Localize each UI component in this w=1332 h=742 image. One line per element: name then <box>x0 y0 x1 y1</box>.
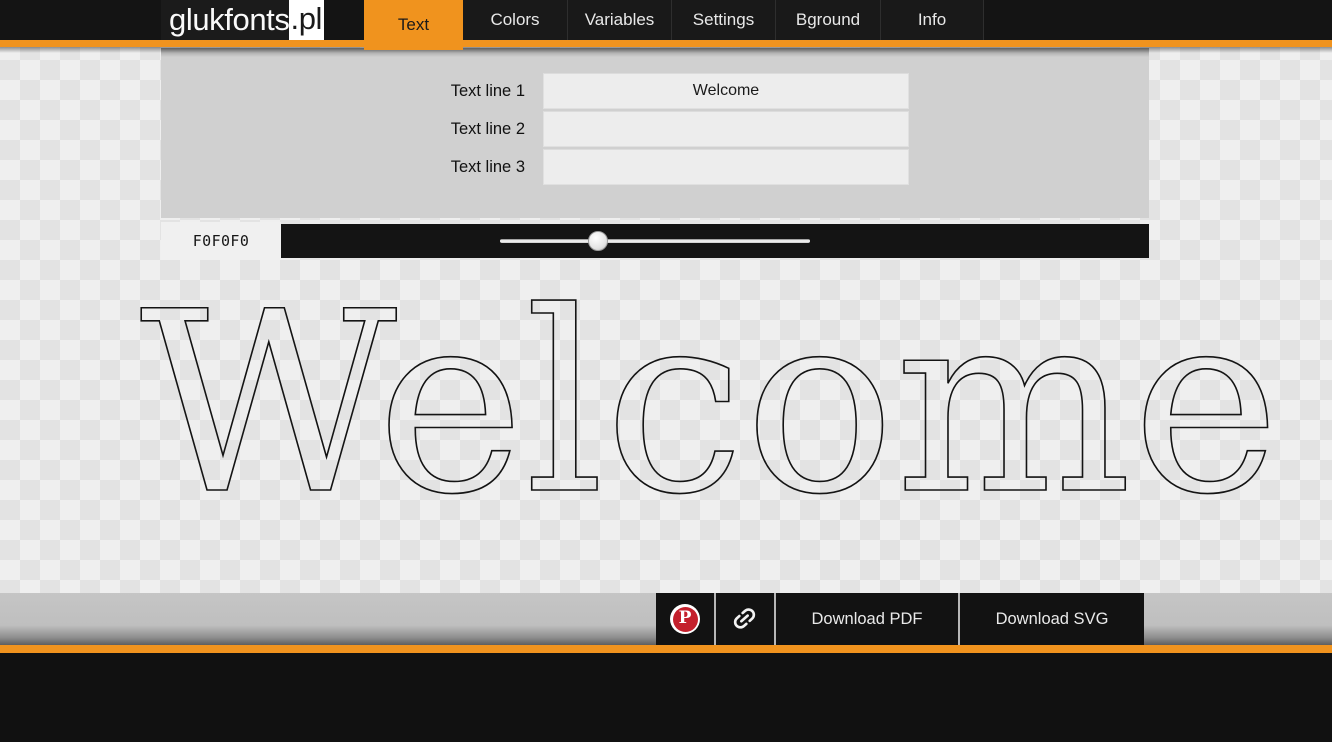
pinterest-icon: P <box>670 604 700 634</box>
form-row: Text line 1 <box>161 73 1149 109</box>
tab-text[interactable]: Text <box>364 0 463 50</box>
download-pdf-button[interactable]: Download PDF <box>776 593 960 645</box>
copy-link-button[interactable] <box>716 593 776 645</box>
bottom-bar: P Download PDF Download SVG <box>0 593 1332 645</box>
logo-tld: .pl <box>289 0 325 40</box>
form-row: Text line 2 <box>161 111 1149 147</box>
text-line-3-input[interactable] <box>543 149 909 185</box>
tab-text-label: Text <box>397 15 430 34</box>
site-logo[interactable]: glukfonts .pl <box>161 0 325 40</box>
text-line-2-label: Text line 2 <box>450 119 525 138</box>
download-svg-button[interactable]: Download SVG <box>960 593 1144 645</box>
size-slider[interactable] <box>500 231 810 251</box>
bottom-black-area <box>0 653 1332 742</box>
form-row: Text line 3 <box>161 149 1149 185</box>
app-root: Welcome Text line 1 Text line 2 Text lin… <box>0 0 1332 742</box>
tab-variables-label: Variables <box>584 10 655 29</box>
tab-bground-label: Bground <box>795 10 861 29</box>
settings-panel: Text line 1 Text line 2 Text line 3 <box>161 48 1149 218</box>
slider-strip: F0F0F0 <box>161 222 1149 260</box>
link-chain-icon <box>733 608 756 629</box>
text-line-3-label: Text line 3 <box>450 157 525 176</box>
logo-name: glukfonts <box>169 2 290 37</box>
download-svg-label: Download SVG <box>995 609 1109 628</box>
tab-info[interactable]: Info <box>881 0 984 40</box>
slider-track[interactable] <box>500 239 810 243</box>
color-value-swatch[interactable]: F0F0F0 <box>161 222 281 260</box>
tab-settings[interactable]: Settings <box>672 0 776 40</box>
tab-colors[interactable]: Colors <box>463 0 568 40</box>
text-line-2-input[interactable] <box>543 111 909 147</box>
accent-stripe-top <box>0 40 1332 47</box>
slider-thumb[interactable] <box>588 231 608 251</box>
pinterest-icon-letter: P <box>672 606 698 632</box>
text-line-1-input[interactable] <box>543 73 909 109</box>
tab-settings-label: Settings <box>692 10 755 29</box>
main-nav: Text Colors Variables Settings Bground I… <box>364 0 984 50</box>
tab-info-label: Info <box>917 10 947 29</box>
tab-colors-label: Colors <box>490 10 540 29</box>
accent-stripe-bottom <box>0 645 1332 653</box>
tab-variables[interactable]: Variables <box>568 0 672 40</box>
text-line-1-label: Text line 1 <box>450 81 525 100</box>
download-pdf-label: Download PDF <box>811 609 923 628</box>
tab-bground[interactable]: Bground <box>776 0 881 40</box>
action-buttons: P Download PDF Download SVG <box>656 593 1144 645</box>
pinterest-share-button[interactable]: P <box>656 593 716 645</box>
